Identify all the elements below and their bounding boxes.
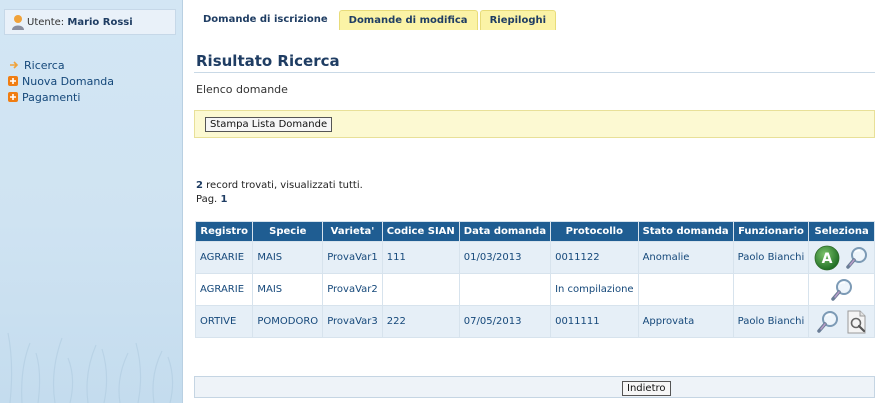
records-summary: 2 record trovati, visualizzati tutti. (196, 180, 363, 191)
cell-protocollo: 0011122 (550, 241, 639, 274)
cell-funzionario (732, 273, 810, 306)
sidebar: Utente: Mario Rossi Ricerca Nuova Domand… (0, 0, 183, 403)
col-header-funzionario: Funzionario (732, 221, 810, 242)
pager-label: Pag. (196, 194, 218, 205)
document-view-icon[interactable] (845, 309, 869, 335)
cell-protocollo: 0011111 (550, 305, 639, 338)
col-header-protocollo: Protocollo (550, 221, 639, 242)
cell-data-domanda: 01/03/2013 (458, 241, 552, 274)
cell-seleziona (808, 273, 875, 306)
user-icon (12, 15, 24, 30)
cell-varieta: ProvaVar1 (322, 241, 383, 274)
cell-data-domanda (458, 273, 552, 306)
cell-registro: ORTIVE (194, 305, 254, 338)
action-bar: Stampa Lista Domande (194, 110, 875, 138)
user-label-prefix: Utente: (27, 17, 65, 28)
tab-bar: Domande di iscrizione Domande di modific… (194, 10, 557, 30)
page-title: Risultato Ricerca (196, 52, 340, 70)
cell-codice-sian: 111 (381, 241, 460, 274)
title-divider (194, 72, 875, 73)
col-header-codice-sian: Codice SIAN (381, 221, 460, 242)
sidebar-item-ricerca[interactable]: Ricerca (8, 57, 114, 73)
page-subtitle: Elenco domande (196, 83, 288, 96)
col-header-data-domanda: Data domanda (458, 221, 552, 242)
anomaly-badge-icon[interactable]: A (814, 245, 840, 271)
footer-bar: Indietro (194, 376, 875, 398)
pager: Pag. 1 (196, 194, 227, 205)
arrow-icon (8, 60, 20, 70)
table-row: ORTIVE POMODORO ProvaVar3 222 07/05/2013… (194, 305, 875, 338)
user-box: Utente: Mario Rossi (4, 9, 176, 35)
cell-protocollo: In compilazione (550, 273, 639, 306)
cell-varieta: ProvaVar2 (322, 273, 383, 306)
cell-stato-domanda: Approvata (637, 305, 734, 338)
cell-codice-sian: 222 (381, 305, 460, 338)
user-name: Mario Rossi (67, 17, 133, 28)
sidebar-item-pagamenti[interactable]: Pagamenti (8, 89, 114, 105)
col-header-varieta: Varieta' (322, 221, 383, 242)
plus-icon (8, 92, 18, 102)
pager-current: 1 (220, 194, 228, 205)
cell-specie: POMODORO (252, 305, 324, 338)
sidebar-menu: Ricerca Nuova Domanda Pagamenti (8, 57, 114, 105)
tab-domande-modifica[interactable]: Domande di modifica (338, 10, 478, 30)
magnifier-icon[interactable] (815, 309, 841, 335)
sidebar-item-nuova-domanda[interactable]: Nuova Domanda (8, 73, 114, 89)
cell-stato-domanda (637, 273, 734, 306)
col-header-specie: Specie (252, 221, 324, 242)
cell-seleziona (808, 305, 875, 338)
cell-registro: AGRARIE (194, 273, 254, 306)
col-header-stato-domanda: Stato domanda (637, 221, 734, 242)
records-text: record trovati, visualizzati tutti. (206, 180, 363, 191)
table-row: AGRARIE MAIS ProvaVar1 111 01/03/2013 00… (194, 241, 875, 274)
cell-data-domanda: 07/05/2013 (458, 305, 552, 338)
results-table: Registro Specie Varieta' Codice SIAN Dat… (194, 221, 875, 338)
anomaly-badge-letter: A (821, 251, 832, 267)
tab-riepiloghi[interactable]: Riepiloghi (479, 10, 557, 30)
records-count: 2 (196, 180, 203, 191)
magnifier-icon[interactable] (844, 245, 870, 271)
cell-specie: MAIS (252, 241, 324, 274)
cell-specie: MAIS (252, 273, 324, 306)
sidebar-item-label: Pagamenti (22, 90, 81, 104)
user-label: Utente: Mario Rossi (27, 17, 133, 28)
cell-varieta: ProvaVar3 (322, 305, 383, 338)
cell-codice-sian (381, 273, 460, 306)
plus-icon (8, 76, 18, 86)
table-row: AGRARIE MAIS ProvaVar2 In compilazione (194, 273, 875, 306)
col-header-registro: Registro (194, 221, 254, 242)
cell-registro: AGRARIE (194, 241, 254, 274)
sidebar-grass-decoration (7, 332, 174, 403)
tab-domande-iscrizione[interactable]: Domande di iscrizione (194, 10, 337, 30)
cell-stato-domanda: Anomalie (637, 241, 734, 274)
sidebar-item-label: Nuova Domanda (22, 74, 115, 88)
back-button[interactable]: Indietro (622, 381, 671, 396)
print-list-button[interactable]: Stampa Lista Domande (205, 117, 333, 132)
cell-funzionario: Paolo Bianchi (732, 305, 810, 338)
cell-seleziona: A (808, 241, 875, 274)
sidebar-item-label: Ricerca (24, 58, 65, 72)
col-header-seleziona: Seleziona (808, 221, 875, 242)
table-header-row: Registro Specie Varieta' Codice SIAN Dat… (194, 221, 875, 242)
cell-funzionario: Paolo Bianchi (732, 241, 810, 274)
magnifier-icon[interactable] (829, 277, 855, 303)
